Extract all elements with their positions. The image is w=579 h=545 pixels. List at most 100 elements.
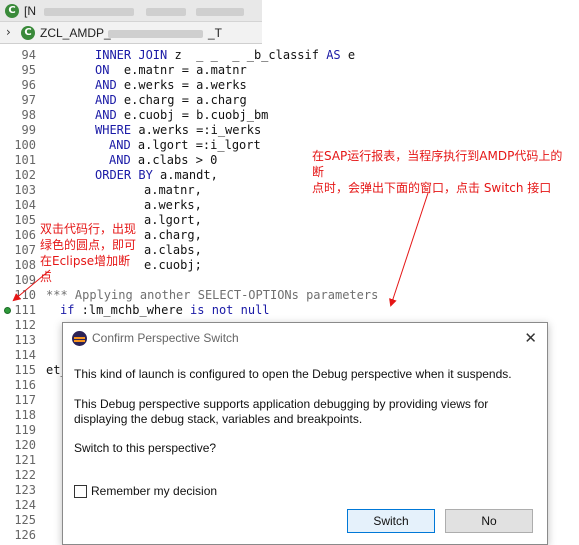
keyword: AND <box>109 153 131 167</box>
line-number[interactable]: 119 <box>10 423 36 438</box>
code-text: e.werks = a.werks <box>116 78 247 92</box>
code-line-110[interactable]: *** Applying another SELECT-OPTIONs para… <box>46 288 378 303</box>
line-number[interactable]: 108 <box>10 258 36 273</box>
code-line-106[interactable]: a.charg, <box>144 228 202 243</box>
redacted-text <box>108 30 203 38</box>
code-text: z _ _ _ _b_classif <box>167 48 327 62</box>
line-number[interactable]: 94 <box>10 48 36 63</box>
line-number[interactable]: 113 <box>10 333 36 348</box>
line-number[interactable]: 106 <box>10 228 36 243</box>
line-number[interactable]: 107 <box>10 243 36 258</box>
keyword: is not null <box>190 303 270 317</box>
breakpoint-marker[interactable] <box>4 307 11 314</box>
code-line-96[interactable]: AND e.werks = a.werks <box>95 78 247 93</box>
code-line-97[interactable]: AND e.charg = a.charg <box>95 93 247 108</box>
code-line-104[interactable]: a.werks, <box>144 198 202 213</box>
no-button[interactable]: No <box>445 509 533 533</box>
line-number[interactable]: 114 <box>10 348 36 363</box>
line-number[interactable]: 95 <box>10 63 36 78</box>
line-number[interactable]: 101 <box>10 153 36 168</box>
line-number[interactable]: 104 <box>10 198 36 213</box>
dialog-message-launch: This kind of launch is configured to ope… <box>74 367 512 381</box>
keyword: AND <box>95 93 117 107</box>
keyword: if <box>60 303 75 317</box>
dialog-question: Switch to this perspective? <box>74 441 217 455</box>
line-number[interactable]: 112 <box>10 318 36 333</box>
code-line-105[interactable]: a.lgort, <box>144 213 202 228</box>
line-number[interactable]: 102 <box>10 168 36 183</box>
close-icon[interactable]: ✕ <box>524 329 537 347</box>
file-tab[interactable]: C [N <box>0 0 262 22</box>
code-text: e.charg = a.charg <box>116 93 247 107</box>
code-text: a.werks =:i_werks <box>131 123 262 137</box>
code-line-94[interactable]: INNER JOIN z _ _ _ _b_classif AS e <box>95 48 355 63</box>
annotation-left: 双击代码行，出现 绿色的圆点，即可 在Eclipse增加断点 <box>40 221 140 285</box>
code-line-98[interactable]: AND e.cuobj = b.cuobj_bm <box>95 108 268 123</box>
code-text: e.matnr = a.matnr <box>109 63 247 77</box>
line-number[interactable]: 121 <box>10 453 36 468</box>
switch-button[interactable]: Switch <box>347 509 435 533</box>
line-number[interactable]: 98 <box>10 108 36 123</box>
line-number[interactable]: 100 <box>10 138 36 153</box>
annotation-line: 绿色的圆点，即可 <box>40 238 137 252</box>
redacted-text <box>44 8 134 16</box>
code-line-107[interactable]: a.clabs, <box>144 243 202 258</box>
editor-tab-label: ZCL_AMDP_ <box>40 26 111 40</box>
class-icon: C <box>21 26 35 40</box>
line-number-gutter[interactable]: 94 95 96 97 98 99 100 101 102 103 104 105 106 107 108 1… <box>0 44 38 545</box>
class-icon: C <box>5 4 19 18</box>
line-number[interactable]: 109 <box>10 273 36 288</box>
line-number[interactable]: 116 <box>10 378 36 393</box>
code-line-111[interactable]: if :lm_mchb_where is not null <box>60 303 270 318</box>
line-number[interactable]: 105 <box>10 213 36 228</box>
keyword: AND <box>95 108 117 122</box>
keyword: WHERE <box>95 123 132 137</box>
remember-decision-checkbox[interactable] <box>74 485 87 498</box>
file-tab-label: [N <box>24 4 36 18</box>
redacted-text <box>196 8 244 16</box>
line-number[interactable]: 126 <box>10 528 36 543</box>
code-text: a.clabs > 0 <box>130 153 218 167</box>
line-number[interactable]: 111 <box>10 303 36 318</box>
code-text: a.lgort =:i_lgort <box>130 138 261 152</box>
line-number[interactable]: 103 <box>10 183 36 198</box>
eclipse-logo-icon <box>72 331 87 346</box>
dialog-title: Confirm Perspective Switch <box>92 331 239 345</box>
line-number[interactable]: 115 <box>10 363 36 378</box>
line-number[interactable]: 99 <box>10 123 36 138</box>
annotation-line: 点时，会弹出下面的窗口，点击 Switch 接口 <box>312 181 552 195</box>
line-number[interactable]: 96 <box>10 78 36 93</box>
line-number[interactable]: 120 <box>10 438 36 453</box>
code-line-102[interactable]: ORDER BY a.mandt, <box>95 168 218 183</box>
annotation-line: 在Eclipse增加断点 <box>40 254 131 284</box>
chevron-right-icon[interactable]: › <box>6 25 11 39</box>
editor-tab-suffix: _T <box>208 26 223 40</box>
keyword: AND <box>109 138 131 152</box>
editor-breadcrumb[interactable]: › C ZCL_AMDP_ _T <box>0 22 262 44</box>
code-line-103[interactable]: a.matnr, <box>144 183 202 198</box>
code-text: e <box>340 48 356 62</box>
code-text: e.cuobj = b.cuobj_bm <box>116 108 269 122</box>
line-number[interactable]: 117 <box>10 393 36 408</box>
code-line-95[interactable]: ON e.matnr = a.matnr <box>95 63 247 78</box>
code-line-108[interactable]: e.cuobj; <box>144 258 202 273</box>
line-number[interactable]: 97 <box>10 93 36 108</box>
line-number[interactable]: 122 <box>10 468 36 483</box>
line-number[interactable]: 125 <box>10 513 36 528</box>
code-line-100[interactable]: AND a.lgort =:i_lgort <box>109 138 261 153</box>
annotation-right: 在SAP运行报表，当程序执行到AMDP代码上的断 点时，会弹出下面的窗口，点击 … <box>312 148 574 196</box>
keyword: INNER JOIN <box>95 48 168 62</box>
code-line-101[interactable]: AND a.clabs > 0 <box>109 153 217 168</box>
line-number[interactable]: 124 <box>10 498 36 513</box>
remember-decision-label[interactable]: Remember my decision <box>91 484 217 498</box>
keyword: AS <box>326 48 341 62</box>
line-number[interactable]: 123 <box>10 483 36 498</box>
dialog-titlebar[interactable]: Confirm Perspective Switch ✕ <box>63 323 547 353</box>
confirm-perspective-dialog[interactable]: Confirm Perspective Switch ✕ This kind o… <box>62 322 548 545</box>
dialog-message-debug: This Debug perspective supports applicat… <box>74 397 489 426</box>
annotation-line: 在SAP运行报表，当程序执行到AMDP代码上的断 <box>312 149 563 179</box>
code-line-99[interactable]: WHERE a.werks =:i_werks <box>95 123 261 138</box>
redacted-text <box>146 8 186 16</box>
line-number[interactable]: 110 <box>10 288 36 303</box>
line-number[interactable]: 118 <box>10 408 36 423</box>
